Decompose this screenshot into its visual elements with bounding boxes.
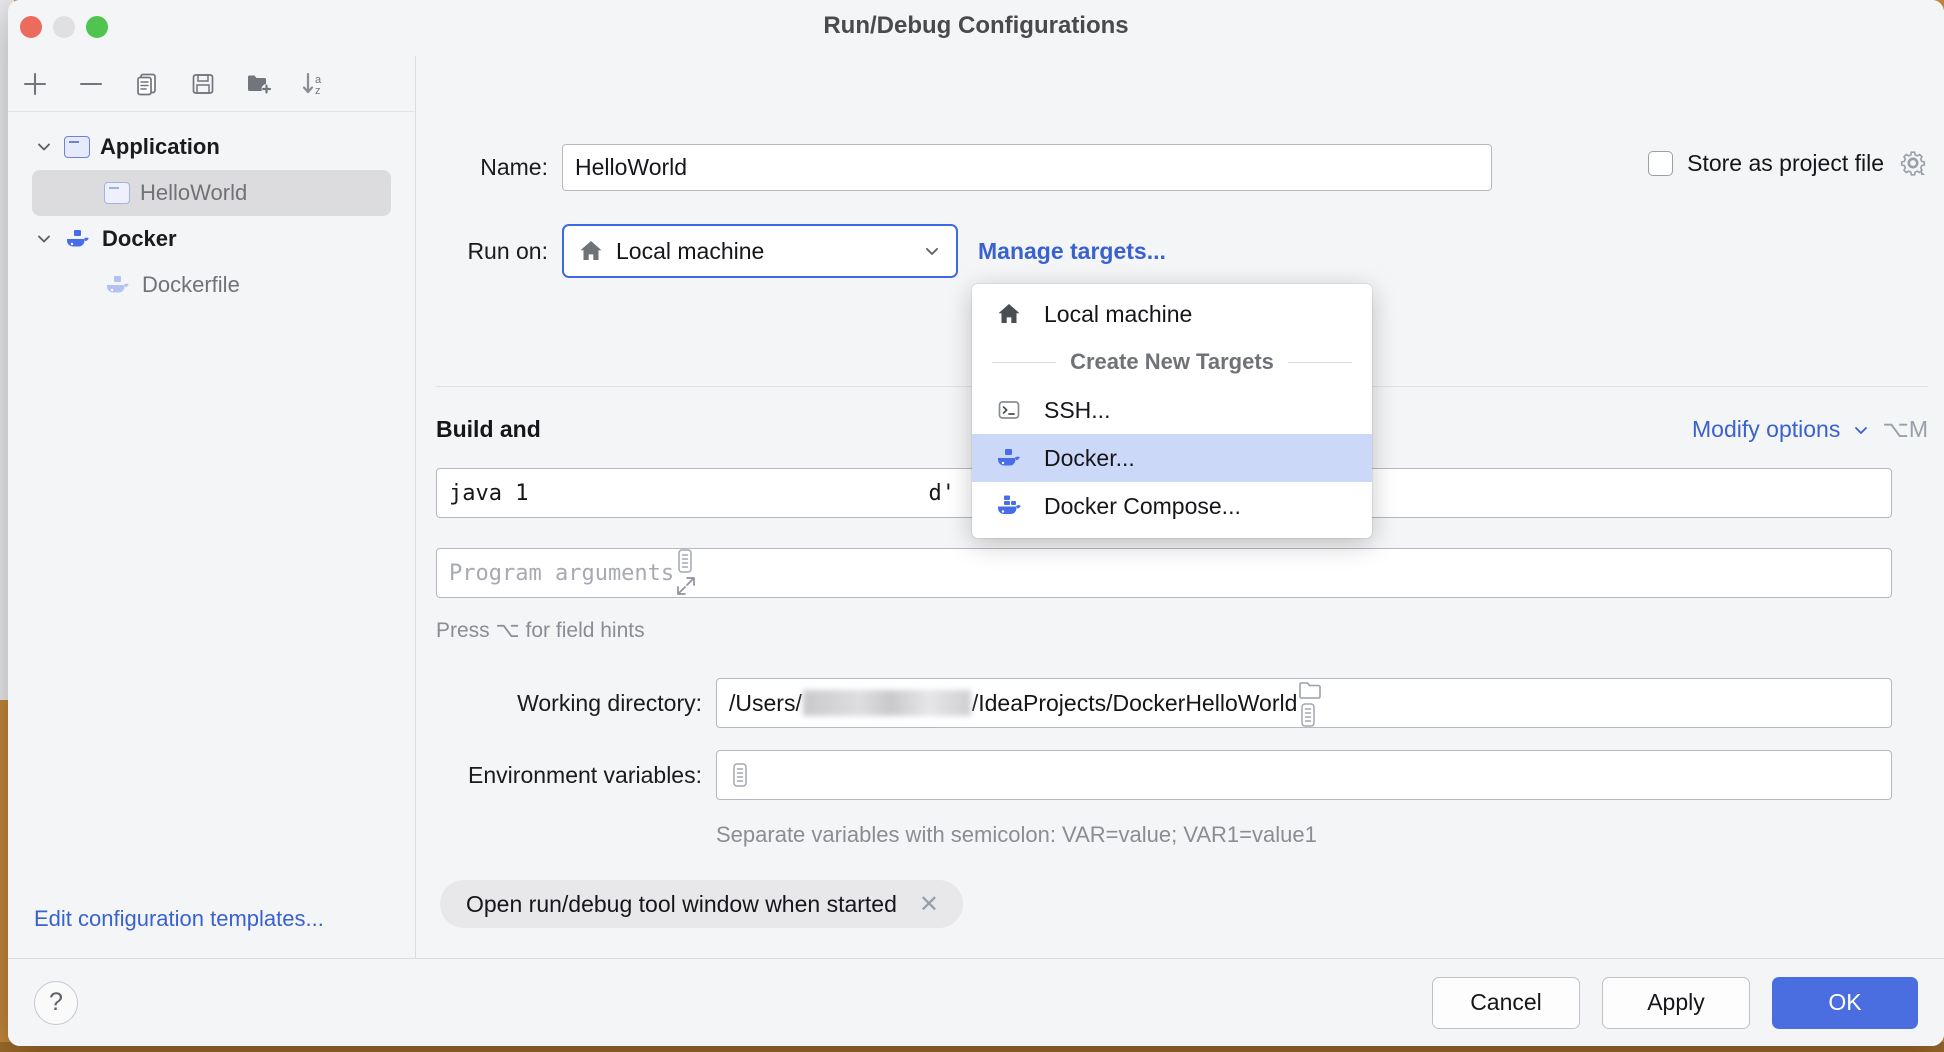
run-on-selected-value: Local machine <box>616 238 764 265</box>
dropdown-item-local-machine-label: Local machine <box>1044 301 1192 328</box>
run-on-row: Run on: Local machine Manage targets... <box>436 224 1166 278</box>
configurations-tree: Application HelloWorld <box>8 112 415 906</box>
jre-value-tail: d' <box>929 481 956 506</box>
environment-variables-label: Environment variables: <box>416 762 702 789</box>
chevron-down-icon[interactable] <box>1852 421 1870 439</box>
store-as-project-file-row[interactable]: Store as project file <box>1648 148 1928 178</box>
folder-browse-icon[interactable] <box>1297 678 1323 702</box>
apply-button[interactable]: Apply <box>1602 977 1750 1029</box>
copy-icon[interactable] <box>132 69 162 99</box>
program-arguments-input[interactable]: Program arguments <box>436 548 1892 598</box>
docker-icon <box>994 446 1024 470</box>
svg-text:z: z <box>315 85 321 97</box>
environment-variables-input[interactable] <box>716 750 1892 800</box>
folder-add-icon[interactable] <box>244 69 274 99</box>
run-on-label: Run on: <box>436 238 548 265</box>
gear-icon[interactable] <box>1898 148 1928 178</box>
dialog-title: Run/Debug Configurations <box>8 12 1944 40</box>
dropdown-item-docker-compose-label: Docker Compose... <box>1044 493 1241 520</box>
configurations-sidebar: a z Application HelloWorld <box>8 56 416 958</box>
working-directory-prefix: /Users/ <box>729 690 802 717</box>
tree-group-docker[interactable]: Docker <box>8 216 415 262</box>
redacted-username <box>803 690 971 716</box>
expand-list-icon[interactable] <box>1297 702 1323 728</box>
dropdown-separator-label: Create New Targets <box>1070 349 1274 375</box>
separator-line-left <box>992 362 1056 363</box>
docker-icon <box>104 273 132 297</box>
program-arguments-field-icons <box>674 548 698 598</box>
help-button[interactable]: ? <box>34 981 78 1025</box>
manage-targets-link[interactable]: Manage targets... <box>978 238 1166 265</box>
dropdown-item-docker-compose[interactable]: Docker Compose... <box>972 482 1372 530</box>
run-debug-configurations-dialog: Run/Debug Configurations <box>8 0 1944 1046</box>
home-icon <box>578 238 604 264</box>
jre-value: java 1 <box>449 481 528 506</box>
close-icon[interactable]: ✕ <box>919 890 939 919</box>
run-on-combobox[interactable]: Local machine <box>562 224 958 278</box>
edit-configuration-templates-link[interactable]: Edit configuration templates... <box>8 906 415 958</box>
working-directory-input[interactable]: /Users/ /IdeaProjects/DockerHelloWorld <box>716 678 1892 728</box>
minus-icon[interactable] <box>76 69 106 99</box>
build-and-run-heading: Build and <box>436 416 541 443</box>
separator-line-right <box>1288 362 1352 363</box>
modify-options-shortcut: ⌥M <box>1882 416 1928 443</box>
chevron-down-icon[interactable] <box>922 241 942 261</box>
chevron-down-icon[interactable] <box>34 229 54 249</box>
dropdown-item-local-machine[interactable]: Local machine <box>972 290 1372 338</box>
dropdown-item-ssh-label: SSH... <box>1044 397 1110 424</box>
chip-label: Open run/debug tool window when started <box>466 891 897 918</box>
modify-options-label[interactable]: Modify options <box>1692 416 1840 443</box>
tree-group-application-label: Application <box>100 134 220 160</box>
docker-compose-icon <box>994 494 1024 518</box>
title-bar: Run/Debug Configurations <box>8 0 1944 56</box>
working-directory-row: Working directory: /Users/ /IdeaProjects/… <box>416 678 1892 728</box>
sidebar-toolbar: a z <box>8 56 415 112</box>
dropdown-item-docker-label: Docker... <box>1044 445 1135 472</box>
store-as-project-file-label: Store as project file <box>1687 150 1884 177</box>
dropdown-item-docker[interactable]: Docker... <box>972 434 1372 482</box>
environment-variables-row: Environment variables: <box>416 750 1892 800</box>
modify-options-row[interactable]: Modify options ⌥M <box>1692 416 1928 443</box>
sort-alpha-icon[interactable]: a z <box>300 69 330 99</box>
sidebar-item-dockerfile[interactable]: Dockerfile <box>8 262 415 308</box>
plus-icon[interactable] <box>20 69 50 99</box>
sidebar-item-dockerfile-label: Dockerfile <box>142 272 240 298</box>
tree-group-docker-label: Docker <box>102 226 177 252</box>
home-icon <box>994 301 1024 327</box>
field-hints-text: Press ⌥ for field hints <box>436 618 645 643</box>
jre-combobox[interactable]: java 1 d' <box>436 468 1008 518</box>
dialog-footer: ? Cancel Apply OK <box>8 958 1944 1046</box>
expand-list-icon[interactable] <box>674 548 698 574</box>
terminal-icon <box>994 397 1024 423</box>
footer-actions: Cancel Apply OK <box>1432 977 1918 1029</box>
working-directory-label: Working directory: <box>416 690 702 717</box>
run-on-dropdown-menu: Local machine Create New Targets <box>972 284 1372 538</box>
chevron-down-icon[interactable] <box>34 137 54 157</box>
docker-icon <box>64 227 92 251</box>
working-directory-suffix: /IdeaProjects/DockerHelloWorld <box>972 690 1298 717</box>
configuration-form: Name: HelloWorld Store as project file <box>416 56 1944 958</box>
ok-button[interactable]: OK <box>1772 977 1918 1029</box>
expand-editor-icon[interactable] <box>674 574 698 598</box>
environment-variables-hint: Separate variables with semicolon: VAR=v… <box>716 822 1317 848</box>
program-arguments-placeholder: Program arguments <box>449 561 674 586</box>
open-run-debug-tool-window-chip[interactable]: Open run/debug tool window when started … <box>440 880 963 928</box>
application-icon <box>64 136 90 158</box>
cancel-button[interactable]: Cancel <box>1432 977 1580 1029</box>
dropdown-separator-create-new-targets: Create New Targets <box>972 338 1372 386</box>
name-input[interactable]: HelloWorld <box>562 144 1492 191</box>
tree-group-application[interactable]: Application <box>8 124 415 170</box>
name-input-value: HelloWorld <box>575 154 687 181</box>
expand-list-icon[interactable] <box>729 762 751 788</box>
working-directory-field-icons <box>1297 678 1323 728</box>
store-as-project-file-checkbox[interactable] <box>1648 151 1673 176</box>
sidebar-item-helloworld-label: HelloWorld <box>140 180 247 206</box>
dropdown-item-ssh[interactable]: SSH... <box>972 386 1372 434</box>
application-icon <box>104 182 130 204</box>
save-floppy-icon[interactable] <box>188 69 218 99</box>
sidebar-item-helloworld[interactable]: HelloWorld <box>32 170 391 216</box>
name-label: Name: <box>436 154 548 181</box>
build-and-run-heading-label: Build and <box>436 416 541 442</box>
environment-variables-field-icons <box>729 762 751 788</box>
